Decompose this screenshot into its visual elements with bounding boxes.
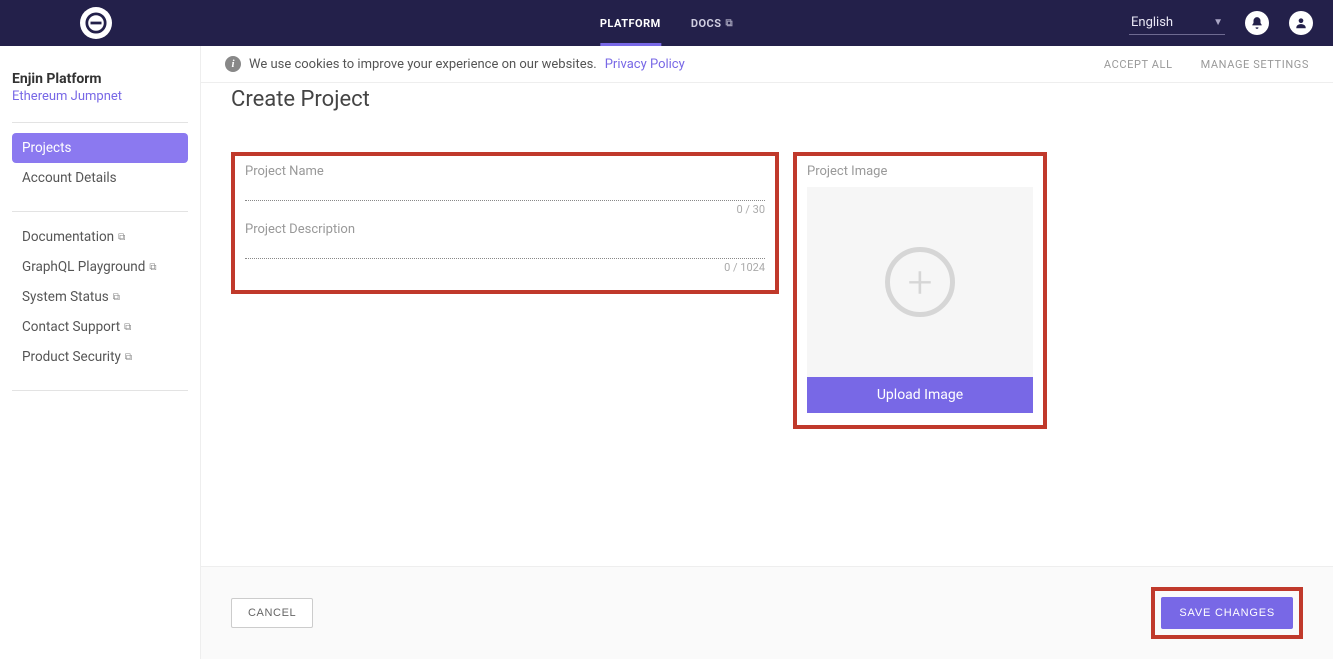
- divider: [12, 390, 188, 391]
- image-drop-zone[interactable]: +: [807, 187, 1033, 377]
- sidebar: Enjin Platform Ethereum Jumpnet Projects…: [0, 46, 201, 659]
- project-description-field: Project Description 0 / 1024: [245, 222, 765, 274]
- nav-platform[interactable]: PLATFORM: [600, 0, 661, 46]
- brand-logo[interactable]: [80, 7, 112, 39]
- info-icon: i: [225, 56, 241, 72]
- plus-circle-icon: +: [885, 247, 955, 317]
- sidebar-network-link[interactable]: Ethereum Jumpnet: [12, 89, 188, 104]
- footer-actions: CANCEL SAVE CHANGES: [201, 566, 1333, 659]
- cookie-banner: i We use cookies to improve your experie…: [201, 46, 1333, 83]
- project-description-counter: 0 / 1024: [245, 261, 765, 274]
- sidebar-item-label: Contact Support: [22, 319, 120, 335]
- sidebar-item[interactable]: Projects: [12, 133, 188, 163]
- project-text-fields-highlight: Project Name 0 / 30 Project Description …: [231, 152, 779, 294]
- cancel-button[interactable]: CANCEL: [231, 598, 313, 628]
- nav-docs-label: DOCS: [691, 17, 722, 30]
- sidebar-item[interactable]: GraphQL Playground ⧉: [12, 252, 188, 282]
- topbar-right: English ▼: [1129, 11, 1313, 35]
- sidebar-item[interactable]: Product Security ⧉: [12, 342, 188, 372]
- sidebar-item[interactable]: System Status ⧉: [12, 282, 188, 312]
- sidebar-item[interactable]: Documentation ⧉: [12, 222, 188, 252]
- form-row: Project Name 0 / 30 Project Description …: [231, 152, 1303, 429]
- project-name-input[interactable]: [245, 179, 765, 201]
- project-description-input[interactable]: [245, 237, 765, 259]
- external-link-icon: ⧉: [726, 18, 734, 29]
- project-description-label: Project Description: [245, 222, 765, 237]
- sidebar-item[interactable]: Account Details: [12, 163, 188, 193]
- external-link-icon: ⧉: [113, 292, 120, 303]
- project-name-field: Project Name 0 / 30: [245, 164, 765, 216]
- nav-docs[interactable]: DOCS ⧉: [691, 0, 733, 46]
- external-link-icon: ⧉: [118, 232, 125, 243]
- cookie-text: We use cookies to improve your experienc…: [249, 57, 597, 72]
- topbar: PLATFORM DOCS ⧉ English ▼: [0, 0, 1333, 46]
- sidebar-item-label: GraphQL Playground: [22, 259, 145, 275]
- sidebar-item-label: System Status: [22, 289, 109, 305]
- language-selector[interactable]: English ▼: [1129, 11, 1225, 35]
- page-title: Create Project: [231, 83, 1303, 112]
- privacy-policy-link[interactable]: Privacy Policy: [605, 57, 685, 72]
- upload-image-button[interactable]: Upload Image: [807, 377, 1033, 413]
- sidebar-title: Enjin Platform: [12, 71, 188, 87]
- top-nav: PLATFORM DOCS ⧉: [600, 0, 733, 46]
- save-changes-button[interactable]: SAVE CHANGES: [1161, 597, 1293, 629]
- language-label: English: [1131, 15, 1173, 30]
- sidebar-item-label: Product Security: [22, 349, 121, 365]
- external-link-icon: ⧉: [124, 322, 131, 333]
- content: Create Project Project Name 0 / 30 Proje…: [201, 83, 1333, 566]
- divider: [12, 122, 188, 123]
- accept-all-button[interactable]: ACCEPT ALL: [1104, 58, 1173, 71]
- manage-settings-button[interactable]: MANAGE SETTINGS: [1201, 58, 1309, 71]
- main: i We use cookies to improve your experie…: [201, 46, 1333, 659]
- project-name-counter: 0 / 30: [245, 203, 765, 216]
- notifications-icon[interactable]: [1245, 11, 1269, 35]
- nav-platform-label: PLATFORM: [600, 17, 661, 30]
- divider: [12, 211, 188, 212]
- external-link-icon: ⧉: [125, 352, 132, 363]
- project-image-label: Project Image: [807, 164, 1033, 179]
- chevron-down-icon: ▼: [1213, 17, 1223, 28]
- save-changes-highlight: SAVE CHANGES: [1151, 587, 1303, 639]
- sidebar-item[interactable]: Contact Support ⧉: [12, 312, 188, 342]
- project-image-highlight: Project Image + Upload Image: [793, 152, 1047, 429]
- project-name-label: Project Name: [245, 164, 765, 179]
- sidebar-item-label: Documentation: [22, 229, 114, 245]
- external-link-icon: ⧉: [149, 262, 156, 273]
- account-icon[interactable]: [1289, 11, 1313, 35]
